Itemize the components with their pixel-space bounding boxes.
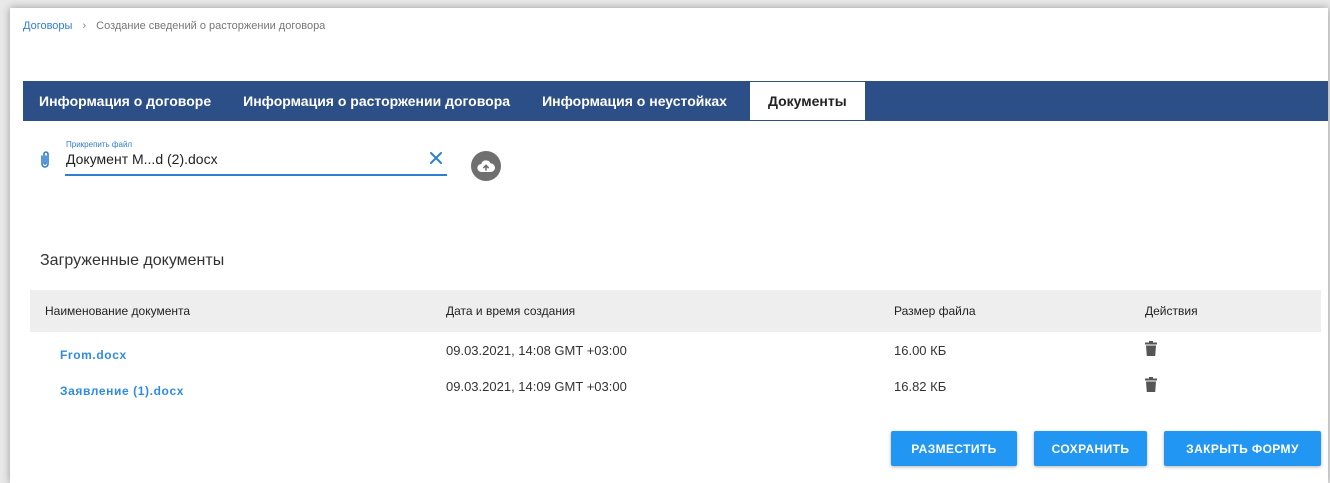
close-icon[interactable] [428, 150, 444, 166]
document-created: 09.03.2021, 14:09 GMT +03:00 [446, 378, 627, 394]
uploaded-documents-title: Загруженные документы [40, 252, 225, 269]
column-header-name: Наименование документа [45, 304, 191, 318]
attach-file-underline [65, 174, 447, 176]
column-header-actions: Действия [1145, 304, 1198, 318]
breadcrumb-contracts-link[interactable]: Договоры [23, 20, 72, 32]
cloud-upload-icon [477, 160, 495, 173]
tab-contract-info[interactable]: Информация о договоре [23, 81, 227, 121]
table-header: Наименование документа Дата и время созд… [30, 290, 1321, 332]
publish-button[interactable]: РАЗМЕСТИТЬ [891, 431, 1017, 466]
tab-penalty-info[interactable]: Информация о неустойках [526, 81, 743, 121]
tab-bar: Информация о договоре Информация о расто… [23, 81, 1328, 121]
breadcrumb-separator: › [82, 20, 87, 32]
close-form-button[interactable]: ЗАКРЫТЬ ФОРМУ [1164, 431, 1321, 466]
table-row: From.docx 09.03.2021, 14:08 GMT +03:00 1… [30, 332, 1321, 368]
breadcrumb-current: Создание сведений о расторжении договора [96, 20, 326, 32]
uploaded-documents-table: Наименование документа Дата и время созд… [30, 290, 1321, 404]
column-header-created: Дата и время создания [446, 304, 576, 318]
paperclip-icon [41, 151, 49, 168]
tab-documents[interactable]: Документы [748, 81, 866, 121]
save-button[interactable]: СОХРАНИТЬ [1034, 431, 1147, 466]
attach-file-value[interactable]: Документ M...d (2).docx [66, 151, 218, 167]
document-size: 16.00 КБ [894, 342, 947, 358]
document-size: 16.82 КБ [894, 378, 947, 394]
document-created: 09.03.2021, 14:08 GMT +03:00 [446, 342, 627, 358]
trash-icon[interactable] [1145, 341, 1157, 356]
column-header-size: Размер файла [894, 304, 976, 318]
form-window [10, 8, 1328, 483]
trash-icon[interactable] [1145, 377, 1157, 392]
table-row: Заявление (1).docx 09.03.2021, 14:09 GMT… [30, 368, 1321, 404]
tab-termination-info[interactable]: Информация о расторжении договора [227, 81, 526, 121]
breadcrumb: Договоры › Создание сведений о расторжен… [23, 20, 325, 32]
document-link[interactable]: From.docx [60, 348, 127, 362]
document-link[interactable]: Заявление (1).docx [60, 384, 184, 398]
upload-button[interactable] [471, 151, 501, 181]
attach-file-label: Прикрепить файл [66, 140, 133, 149]
